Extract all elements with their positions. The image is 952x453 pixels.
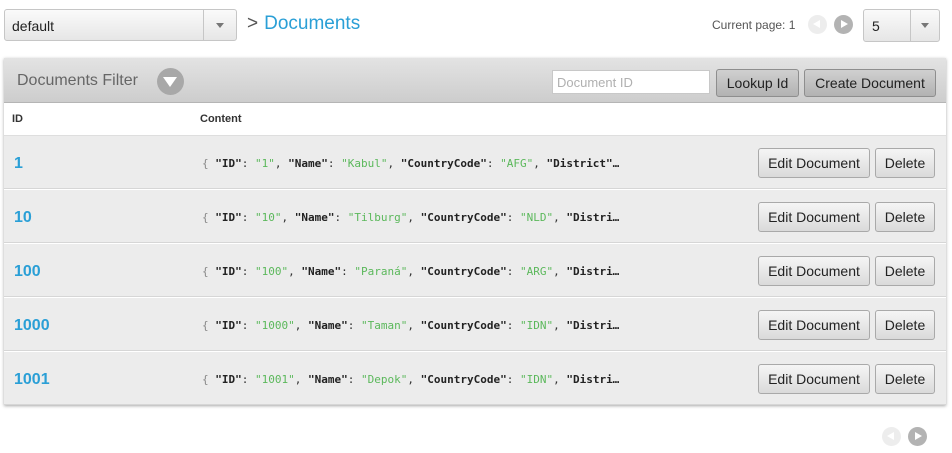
document-id-link[interactable]: 1001 [14, 371, 50, 389]
table-row: 100 { "ID": "100", "Name": "Paraná", "Co… [4, 244, 946, 297]
delete-button[interactable]: Delete [875, 202, 935, 232]
chevron-down-icon [921, 23, 929, 28]
bottom-prev-page-button[interactable] [882, 427, 901, 446]
create-document-button[interactable]: Create Document [804, 69, 936, 97]
document-content-preview: { "ID": "100", "Name": "Paraná", "Countr… [202, 265, 620, 278]
prev-page-button[interactable] [808, 15, 827, 34]
table-row: 10 { "ID": "10", "Name": "Tilburg", "Cou… [4, 190, 946, 243]
document-id-link[interactable]: 10 [14, 209, 32, 227]
breadcrumb-documents-link[interactable]: Documents [264, 13, 360, 34]
documents-filter-bar: Documents Filter Lookup Id Create Docume… [4, 58, 946, 103]
edit-document-button[interactable]: Edit Document [758, 364, 870, 394]
bucket-select-value: default [12, 18, 55, 34]
triangle-down-icon [163, 77, 177, 87]
filter-title: Documents Filter [17, 72, 138, 89]
document-id-link[interactable]: 1000 [14, 317, 50, 335]
column-header-id: ID [12, 113, 23, 125]
document-content-preview: { "ID": "1", "Name": "Kabul", "CountryCo… [202, 157, 620, 170]
edit-document-button[interactable]: Edit Document [758, 310, 870, 340]
document-content-preview: { "ID": "1001", "Name": "Depok", "Countr… [202, 373, 620, 386]
breadcrumb-separator: > [247, 13, 259, 34]
bucket-select[interactable]: default [4, 9, 237, 41]
edit-document-button[interactable]: Edit Document [758, 256, 870, 286]
arrow-right-icon [841, 20, 848, 28]
arrow-right-icon [915, 432, 922, 440]
document-id-link[interactable]: 100 [14, 263, 41, 281]
table-row: 1001 { "ID": "1001", "Name": "Depok", "C… [4, 352, 946, 405]
bottom-next-page-button[interactable] [908, 427, 927, 446]
page-size-toggle[interactable] [910, 10, 939, 41]
delete-button[interactable]: Delete [875, 364, 935, 394]
filter-toggle-button[interactable] [157, 68, 184, 95]
page-size-value: 5 [872, 18, 880, 34]
page-size-select[interactable]: 5 [863, 9, 940, 42]
lookup-id-button[interactable]: Lookup Id [716, 69, 799, 97]
table-row: 1000 { "ID": "1000", "Name": "Taman", "C… [4, 298, 946, 351]
delete-button[interactable]: Delete [875, 148, 935, 178]
delete-button[interactable]: Delete [875, 310, 935, 340]
next-page-button[interactable] [834, 15, 853, 34]
document-id-link[interactable]: 1 [14, 155, 23, 173]
bucket-select-toggle[interactable] [203, 10, 236, 40]
chevron-down-icon [216, 23, 224, 28]
edit-document-button[interactable]: Edit Document [758, 148, 870, 178]
documents-panel: Documents Filter Lookup Id Create Docume… [4, 58, 946, 405]
edit-document-button[interactable]: Edit Document [758, 202, 870, 232]
table-row: 1 { "ID": "1", "Name": "Kabul", "Country… [4, 136, 946, 189]
arrow-left-icon [887, 432, 894, 440]
table-header: ID Content [4, 103, 946, 136]
arrow-left-icon [813, 20, 820, 28]
document-content-preview: { "ID": "1000", "Name": "Taman", "Countr… [202, 319, 620, 332]
document-content-preview: { "ID": "10", "Name": "Tilburg", "Countr… [202, 211, 620, 224]
current-page-label: Current page: 1 [712, 18, 796, 32]
delete-button[interactable]: Delete [875, 256, 935, 286]
breadcrumb: > Documents [247, 13, 360, 35]
column-header-content: Content [200, 113, 242, 125]
document-id-input[interactable] [552, 70, 710, 94]
